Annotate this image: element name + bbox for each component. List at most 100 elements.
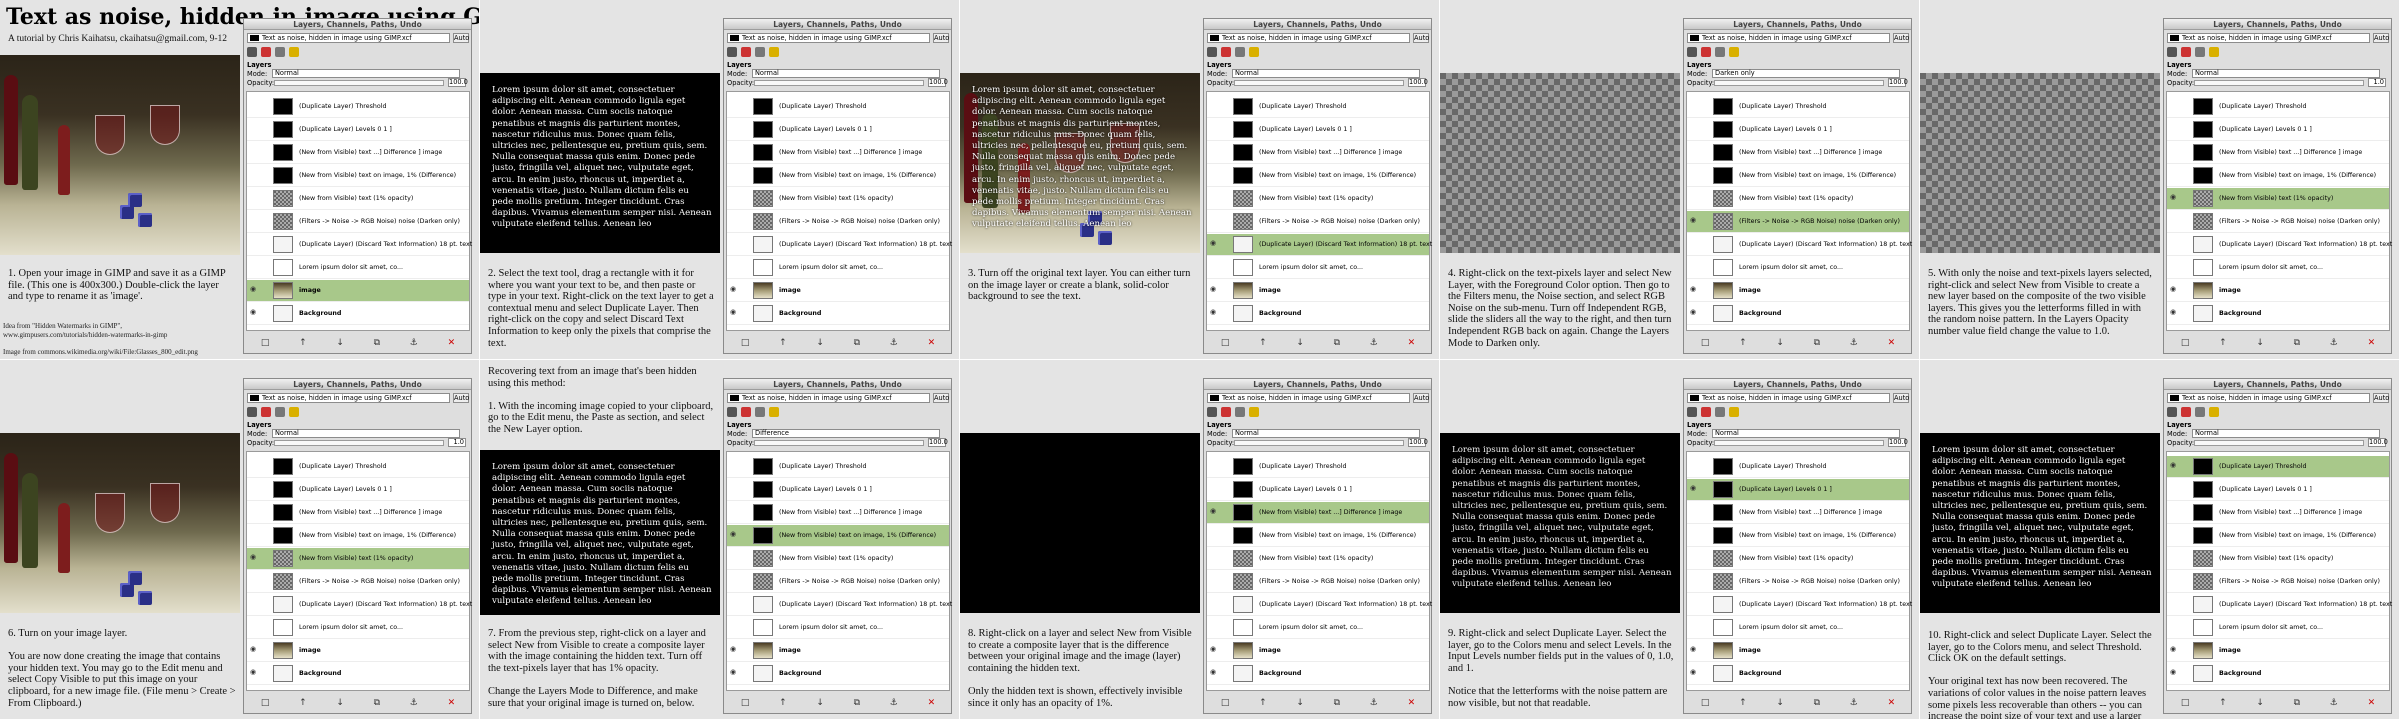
layers-tab-icon[interactable]	[247, 47, 257, 57]
paths-tab-icon[interactable]	[1235, 47, 1245, 57]
layer-row[interactable]: (Duplicate Layer) Threshold	[1207, 96, 1429, 118]
undo-tab-icon[interactable]	[289, 407, 299, 417]
opacity-value[interactable]: 100.0	[2368, 438, 2388, 447]
mode-select[interactable]: Normal	[752, 69, 940, 78]
layer-row[interactable]: (Duplicate Layer) Threshold	[727, 96, 949, 118]
anchor-layer-icon[interactable]: ⚓	[410, 698, 418, 708]
layer-row[interactable]: (New from Visible) text ...] Difference …	[1687, 142, 1909, 164]
layer-row[interactable]: (New from Visible) text (1% opacity)	[1207, 188, 1429, 210]
layer-row[interactable]: (New from Visible) text ...] Difference …	[2167, 502, 2389, 524]
auto-button[interactable]: Auto	[453, 33, 469, 43]
eye-icon[interactable]: ◉	[1690, 484, 1696, 492]
eye-icon[interactable]: ◉	[2170, 668, 2176, 676]
channels-tab-icon[interactable]	[1221, 47, 1231, 57]
lower-layer-icon[interactable]: ↓	[336, 698, 344, 708]
lower-layer-icon[interactable]: ↓	[816, 698, 824, 708]
delete-layer-icon[interactable]: ✕	[928, 698, 936, 708]
delete-layer-icon[interactable]: ✕	[448, 338, 456, 348]
paths-tab-icon[interactable]	[275, 47, 285, 57]
layer-row[interactable]: ◉ Background	[247, 663, 469, 685]
raise-layer-icon[interactable]: ↑	[1259, 338, 1267, 348]
eye-icon[interactable]: ◉	[250, 285, 256, 293]
eye-icon[interactable]: ◉	[730, 530, 736, 538]
layers-tab-icon[interactable]	[727, 47, 737, 57]
raise-layer-icon[interactable]: ↑	[2219, 698, 2227, 708]
undo-tab-icon[interactable]	[769, 47, 779, 57]
layer-row[interactable]: ◉ Background	[1687, 303, 1909, 325]
anchor-layer-icon[interactable]: ⚓	[410, 338, 418, 348]
layer-row[interactable]: (New from Visible) text on image, 1% (Di…	[727, 165, 949, 187]
layer-row[interactable]: (Duplicate Layer) Threshold	[1687, 456, 1909, 478]
eye-icon[interactable]: ◉	[2170, 193, 2176, 201]
mode-select[interactable]: Normal	[1232, 69, 1420, 78]
anchor-layer-icon[interactable]: ⚓	[1850, 338, 1858, 348]
layers-tab-icon[interactable]	[1207, 407, 1217, 417]
channels-tab-icon[interactable]	[1221, 407, 1231, 417]
layer-row[interactable]: (Filters -> Noise -> RGB Noise) noise (D…	[1207, 211, 1429, 233]
eye-icon[interactable]: ◉	[1690, 668, 1696, 676]
layer-row[interactable]: ◉ image	[1687, 280, 1909, 302]
layers-tab-icon[interactable]	[1687, 407, 1697, 417]
layer-row[interactable]: Lorem ipsum dolor sit amet, co...	[2167, 617, 2389, 639]
eye-icon[interactable]: ◉	[1210, 239, 1216, 247]
layer-row[interactable]: (New from Visible) text on image, 1% (Di…	[2167, 525, 2389, 547]
new-layer-icon[interactable]: □	[261, 698, 270, 708]
raise-layer-icon[interactable]: ↑	[1259, 698, 1267, 708]
layer-row[interactable]: (Duplicate Layer) Levels 0 1 ]	[247, 119, 469, 141]
duplicate-layer-icon[interactable]: ⧉	[1814, 338, 1820, 348]
layer-row[interactable]: (Duplicate Layer) Threshold	[2167, 96, 2389, 118]
duplicate-layer-icon[interactable]: ⧉	[1814, 698, 1820, 708]
duplicate-layer-icon[interactable]: ⧉	[2294, 698, 2300, 708]
layer-row[interactable]: Lorem ipsum dolor sit amet, co...	[1687, 617, 1909, 639]
eye-icon[interactable]: ◉	[250, 668, 256, 676]
auto-button[interactable]: Auto	[1893, 33, 1909, 43]
anchor-layer-icon[interactable]: ⚓	[1370, 338, 1378, 348]
opacity-value[interactable]: 100.0	[448, 78, 468, 87]
opacity-slider[interactable]	[1714, 80, 1884, 86]
raise-layer-icon[interactable]: ↑	[2219, 338, 2227, 348]
paths-tab-icon[interactable]	[755, 407, 765, 417]
paths-tab-icon[interactable]	[1235, 407, 1245, 417]
channels-tab-icon[interactable]	[2181, 407, 2191, 417]
layer-row[interactable]: ◉ Background	[247, 303, 469, 325]
layer-row[interactable]: (Filters -> Noise -> RGB Noise) noise (D…	[2167, 571, 2389, 593]
opacity-slider[interactable]	[1234, 80, 1404, 86]
delete-layer-icon[interactable]: ✕	[1888, 338, 1896, 348]
layer-row[interactable]: (Duplicate Layer) Levels 0 1 ]	[247, 479, 469, 501]
image-selector[interactable]: Text as noise, hidden in image using GIM…	[1207, 33, 1410, 43]
layer-row[interactable]: (New from Visible) text on image, 1% (Di…	[1207, 165, 1429, 187]
paths-tab-icon[interactable]	[1715, 47, 1725, 57]
eye-icon[interactable]: ◉	[1690, 645, 1696, 653]
image-selector[interactable]: Text as noise, hidden in image using GIM…	[1207, 393, 1410, 403]
layer-row[interactable]: (Duplicate Layer) (Discard Text Informat…	[1207, 594, 1432, 616]
undo-tab-icon[interactable]	[1249, 47, 1259, 57]
layer-row[interactable]: (New from Visible) text ...] Difference …	[1687, 502, 1909, 524]
image-selector[interactable]: Text as noise, hidden in image using GIM…	[2167, 393, 2370, 403]
paths-tab-icon[interactable]	[2195, 47, 2205, 57]
layer-row[interactable]: (Filters -> Noise -> RGB Noise) noise (D…	[1207, 571, 1429, 593]
layer-row[interactable]: (Duplicate Layer) Levels 0 1 ]	[1207, 119, 1429, 141]
layer-row[interactable]: (New from Visible) text (1% opacity)	[1687, 548, 1909, 570]
layer-row[interactable]: (New from Visible) text on image, 1% (Di…	[2167, 165, 2389, 187]
layer-row[interactable]: (Duplicate Layer) Threshold	[1687, 96, 1909, 118]
layer-row[interactable]: (Duplicate Layer) Levels 0 1 ]	[1687, 119, 1909, 141]
opacity-slider[interactable]	[1234, 440, 1404, 446]
undo-tab-icon[interactable]	[2209, 47, 2219, 57]
opacity-value[interactable]: 100.0	[928, 438, 948, 447]
eye-icon[interactable]: ◉	[2170, 645, 2176, 653]
layers-tab-icon[interactable]	[2167, 47, 2177, 57]
raise-layer-icon[interactable]: ↑	[1739, 698, 1747, 708]
layer-row[interactable]: ◉ Background	[1207, 663, 1429, 685]
new-layer-icon[interactable]: □	[1701, 338, 1710, 348]
channels-tab-icon[interactable]	[261, 407, 271, 417]
layer-row[interactable]: (Filters -> Noise -> RGB Noise) noise (D…	[2167, 211, 2389, 233]
opacity-slider[interactable]	[754, 440, 924, 446]
eye-icon[interactable]: ◉	[730, 285, 736, 293]
image-selector[interactable]: Text as noise, hidden in image using GIM…	[727, 393, 930, 403]
eye-icon[interactable]: ◉	[250, 645, 256, 653]
undo-tab-icon[interactable]	[769, 407, 779, 417]
layer-row[interactable]: (New from Visible) text (1% opacity)	[727, 548, 949, 570]
lower-layer-icon[interactable]: ↓	[1776, 698, 1784, 708]
duplicate-layer-icon[interactable]: ⧉	[854, 338, 860, 348]
duplicate-layer-icon[interactable]: ⧉	[1334, 698, 1340, 708]
